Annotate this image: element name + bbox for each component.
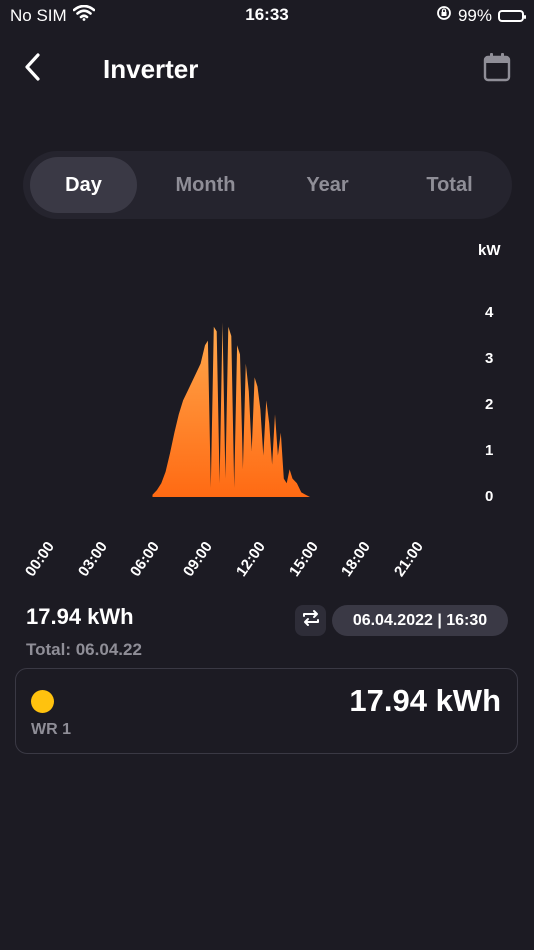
nav-header: Inverter bbox=[0, 44, 534, 94]
timestamp-badge[interactable]: 06.04.2022 | 16:30 bbox=[332, 605, 508, 636]
power-chart bbox=[152, 322, 363, 497]
total-date: Total: 06.04.22 bbox=[26, 640, 142, 659]
status-right: 99% bbox=[436, 5, 526, 26]
tab-month[interactable]: Month bbox=[152, 157, 259, 213]
x-tick-label: 21:00 bbox=[391, 538, 427, 580]
x-tick-label: 12:00 bbox=[233, 538, 269, 580]
x-tick-label: 18:00 bbox=[338, 538, 374, 580]
chevron-left-icon bbox=[23, 52, 43, 87]
inverter-color-dot bbox=[31, 690, 54, 713]
battery-icon bbox=[498, 9, 526, 22]
tab-total[interactable]: Total bbox=[396, 157, 503, 213]
x-tick-label: 00:00 bbox=[22, 538, 58, 580]
status-bar: No SIM 16:33 99% bbox=[0, 0, 534, 32]
calendar-button[interactable] bbox=[482, 52, 512, 86]
swap-arrows-icon bbox=[301, 609, 321, 632]
inverter-card[interactable]: WR 1 17.94 kWh bbox=[15, 668, 518, 754]
swap-button[interactable] bbox=[295, 605, 326, 636]
battery-percent: 99% bbox=[457, 5, 492, 25]
x-tick-label: 03:00 bbox=[75, 538, 111, 580]
daily-energy: 17.94 kWh bbox=[26, 604, 134, 629]
orientation-lock-icon bbox=[436, 5, 452, 26]
x-tick-label: 15:00 bbox=[286, 538, 322, 580]
inverter-value: 17.94 kWh bbox=[349, 683, 501, 718]
calendar-icon bbox=[483, 52, 511, 87]
tab-year[interactable]: Year bbox=[274, 157, 381, 213]
x-tick-label: 09:00 bbox=[180, 538, 216, 580]
series-area bbox=[152, 322, 363, 497]
back-button[interactable] bbox=[18, 52, 48, 86]
x-tick-label: 06:00 bbox=[127, 538, 163, 580]
page-title: Inverter bbox=[103, 54, 199, 84]
inverter-label: WR 1 bbox=[31, 721, 71, 738]
period-tabs: Day Month Year Total bbox=[23, 151, 512, 219]
tab-day[interactable]: Day bbox=[30, 157, 137, 213]
y-axis-unit: kW bbox=[478, 242, 501, 259]
